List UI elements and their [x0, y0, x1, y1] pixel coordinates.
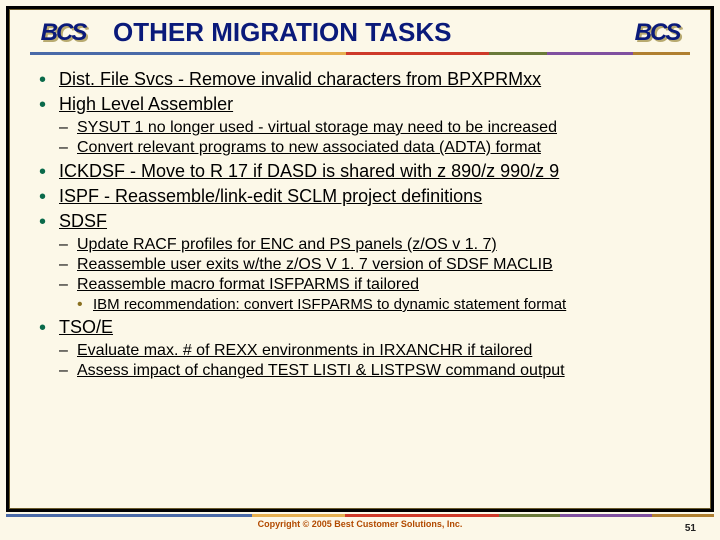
horizontal-rule-accent [6, 514, 714, 517]
bullet-2: Evaluate max. # of REXX environments in … [37, 342, 683, 360]
bullet-1: SDSF [37, 211, 683, 232]
bullet-3: IBM recommendation: convert ISFPARMS to … [37, 296, 683, 313]
copyright-text: Copyright © 2005 Best Customer Solutions… [6, 519, 714, 529]
logo-text: BCS [41, 19, 86, 47]
bullet-2: Reassemble user exits w/the z/OS V 1. 7 … [37, 256, 683, 274]
bullet-1: Dist. File Svcs - Remove invalid charact… [37, 69, 683, 90]
slide-header: BCS OTHER MIGRATION TASKS BCS [9, 9, 711, 61]
logo-text: BCS [635, 19, 680, 47]
slide-content: Dist. File Svcs - Remove invalid charact… [9, 61, 711, 386]
bullet-2: Convert relevant programs to new associa… [37, 139, 683, 157]
bullet-1: ICKDSF - Move to R 17 if DASD is shared … [37, 161, 683, 182]
bullet-2: Reassemble macro format ISFPARMS if tail… [37, 276, 683, 294]
bullet-2: SYSUT 1 no longer used - virtual storage… [37, 119, 683, 137]
bullet-1: High Level Assembler [37, 94, 683, 115]
page-number: 51 [685, 523, 696, 534]
slide-footer: Copyright © 2005 Best Customer Solutions… [6, 514, 714, 532]
bullet-1: TSO/E [37, 317, 683, 338]
logo-right: BCS [627, 15, 687, 51]
logo-left: BCS [33, 15, 93, 51]
bullet-1: ISPF - Reassemble/link-edit SCLM project… [37, 186, 683, 207]
slide-title: OTHER MIGRATION TASKS [113, 17, 687, 48]
bullet-2: Assess impact of changed TEST LISTI & LI… [37, 362, 683, 380]
horizontal-rule-accent [30, 52, 690, 55]
slide-frame: BCS OTHER MIGRATION TASKS BCS Dist. File… [6, 6, 714, 512]
bullet-2: Update RACF profiles for ENC and PS pane… [37, 236, 683, 254]
